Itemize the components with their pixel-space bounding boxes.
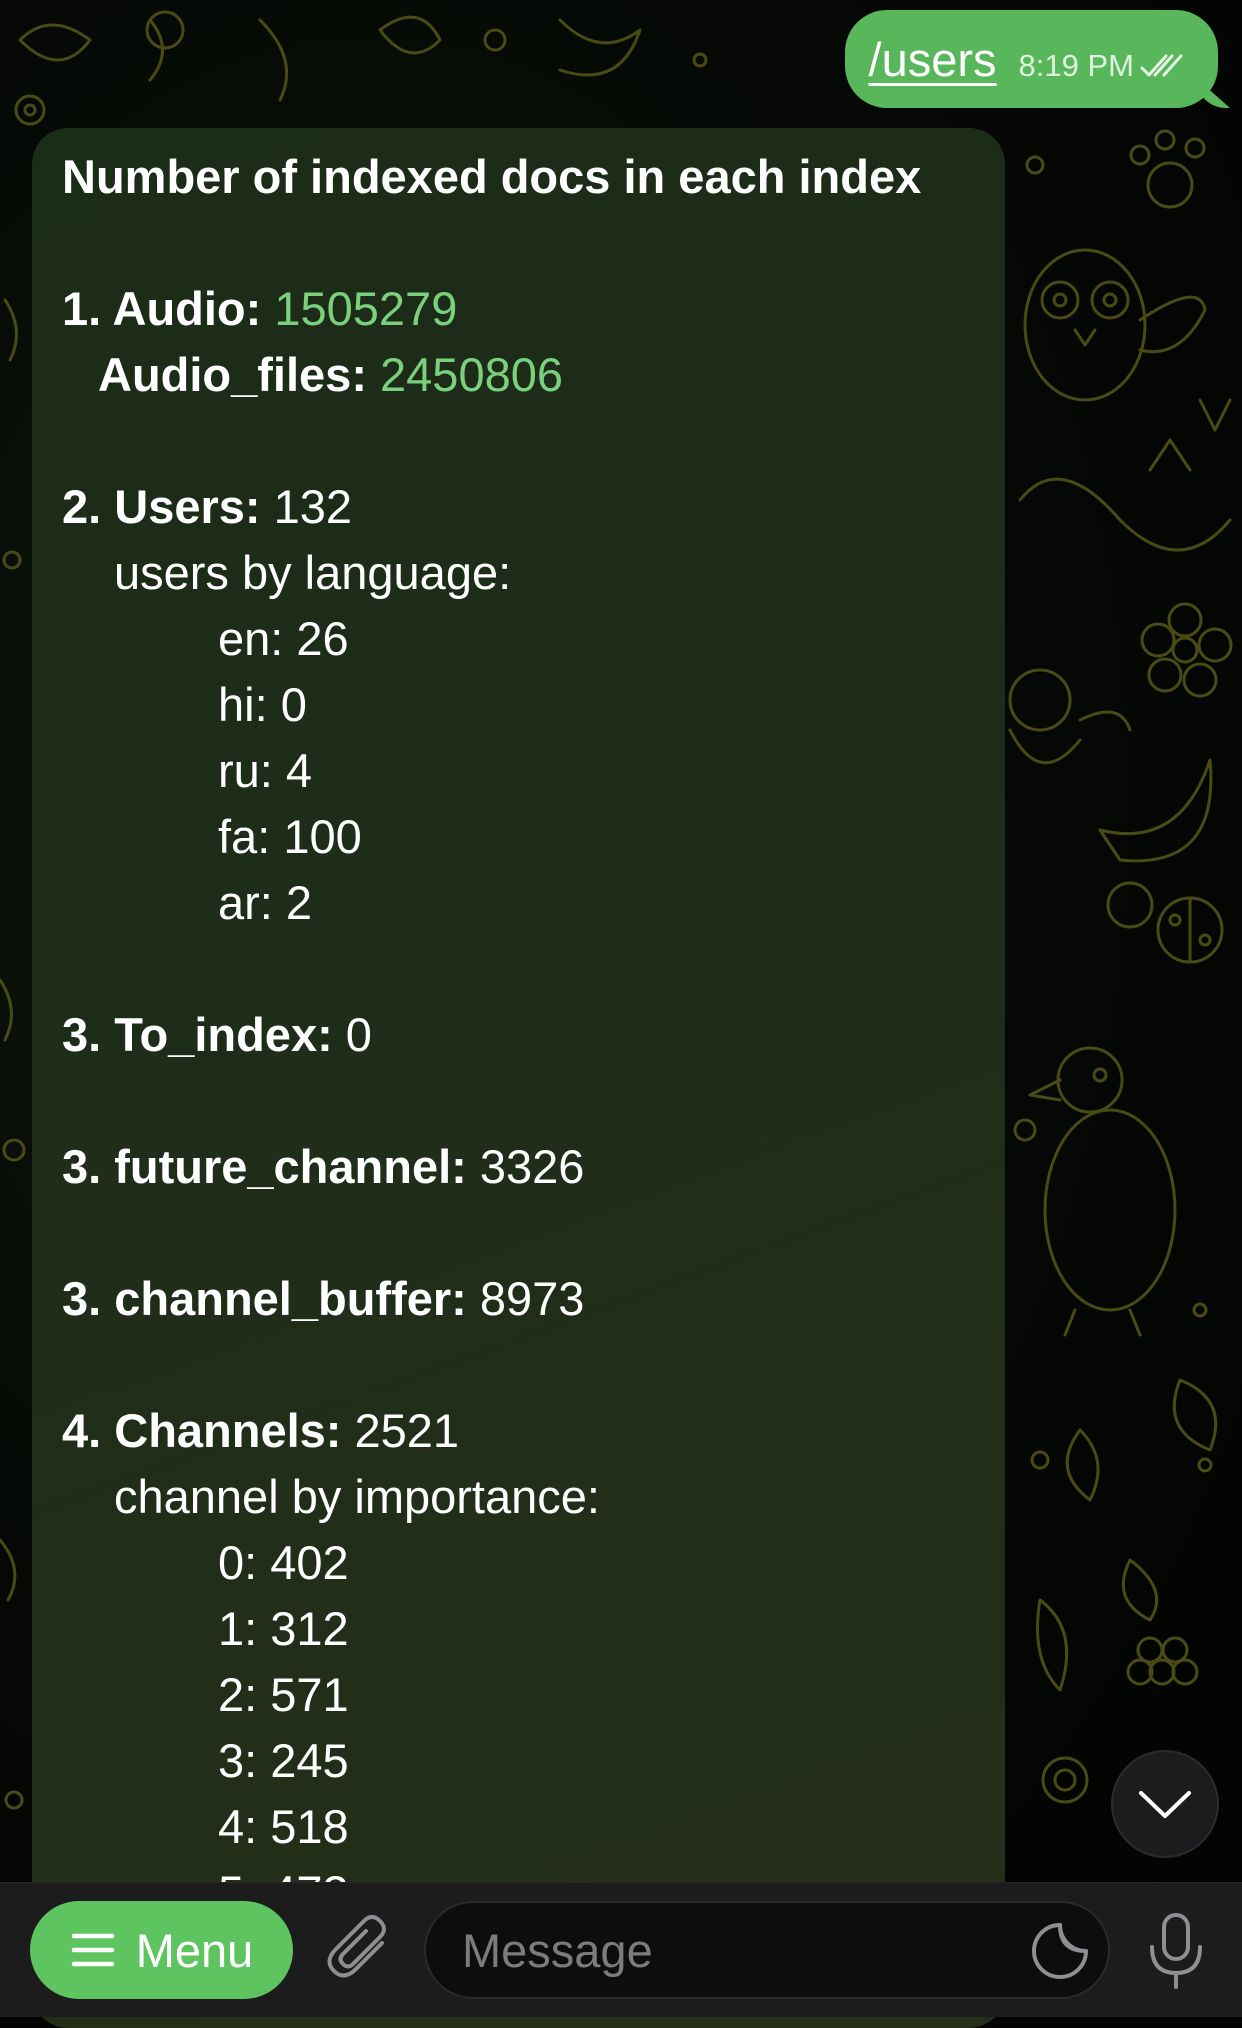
language-row-en: en: 26 xyxy=(218,612,349,665)
language-row-ar: ar: 2 xyxy=(218,876,313,929)
chevron-down-icon xyxy=(1139,1791,1191,1818)
audio-files-count[interactable]: 2450806 xyxy=(380,348,563,401)
microphone-icon[interactable] xyxy=(1144,1911,1208,1991)
hamburger-icon xyxy=(71,1933,114,1967)
channels-row: 4. Channels: 2521 xyxy=(62,1398,975,1464)
audio-files-row: Audio_files: 2450806 xyxy=(62,342,975,408)
channel-buffer-row: 3. channel_buffer: 8973 xyxy=(62,1266,975,1332)
channel-buffer-label: 3. channel_buffer: xyxy=(62,1272,467,1325)
audio-files-label: Audio_files: xyxy=(98,348,367,401)
audio-count[interactable]: 1505279 xyxy=(274,282,457,335)
message-time: 8:19 PM xyxy=(1018,48,1134,83)
users-row: 2. Users: 132 xyxy=(62,474,975,540)
importance-row-1: 1: 312 xyxy=(218,1602,349,1655)
incoming-message-bubble: Number of indexed docs in each index 1. … xyxy=(32,128,1005,2028)
importance-row-2: 2: 571 xyxy=(218,1668,349,1721)
future-channel-count: 3326 xyxy=(479,1140,585,1193)
paperclip-icon[interactable] xyxy=(322,1913,396,1987)
message-composer: Menu xyxy=(0,1882,1242,2017)
future-channel-row: 3. future_channel: 3326 xyxy=(62,1134,975,1200)
sticker-icon[interactable] xyxy=(1030,1921,1090,1981)
importance-row-4: 4: 518 xyxy=(218,1800,349,1853)
scroll-down-button[interactable] xyxy=(1111,1750,1219,1858)
channel-buffer-count: 8973 xyxy=(479,1272,585,1325)
message-input[interactable] xyxy=(424,1901,1110,1999)
users-count: 132 xyxy=(273,480,353,533)
language-row-ru: ru: 4 xyxy=(218,744,313,797)
to-index-count: 0 xyxy=(345,1008,372,1061)
audio-label: 1. Audio: xyxy=(62,282,262,335)
outgoing-message-command-link[interactable]: /users xyxy=(869,32,997,87)
channels-count: 2521 xyxy=(354,1404,460,1457)
users-label: 2. Users: xyxy=(62,480,261,533)
importance-row-3: 3: 245 xyxy=(218,1734,349,1787)
channel-by-importance-label: channel by importance: xyxy=(114,1470,600,1523)
outgoing-message-bubble[interactable]: /users 8:19 PM xyxy=(844,10,1218,108)
to-index-row: 3. To_index: 0 xyxy=(62,1002,975,1068)
future-channel-label: 3. future_channel: xyxy=(62,1140,467,1193)
menu-button[interactable]: Menu xyxy=(30,1901,293,1999)
double-check-icon xyxy=(1140,54,1183,77)
channels-label: 4. Channels: xyxy=(62,1404,342,1457)
message-title: Number of indexed docs in each index xyxy=(62,150,922,203)
language-row-hi: hi: 0 xyxy=(218,678,307,731)
importance-row-0: 0: 402 xyxy=(218,1536,349,1589)
users-by-language-label: users by language: xyxy=(114,546,512,599)
menu-label: Menu xyxy=(135,1923,254,1977)
language-row-fa: fa: 100 xyxy=(218,810,362,863)
outgoing-message-meta: 8:19 PM xyxy=(1019,48,1184,84)
to-index-label: 3. To_index: xyxy=(62,1008,333,1061)
audio-row: 1. Audio: 1505279 xyxy=(62,276,975,342)
